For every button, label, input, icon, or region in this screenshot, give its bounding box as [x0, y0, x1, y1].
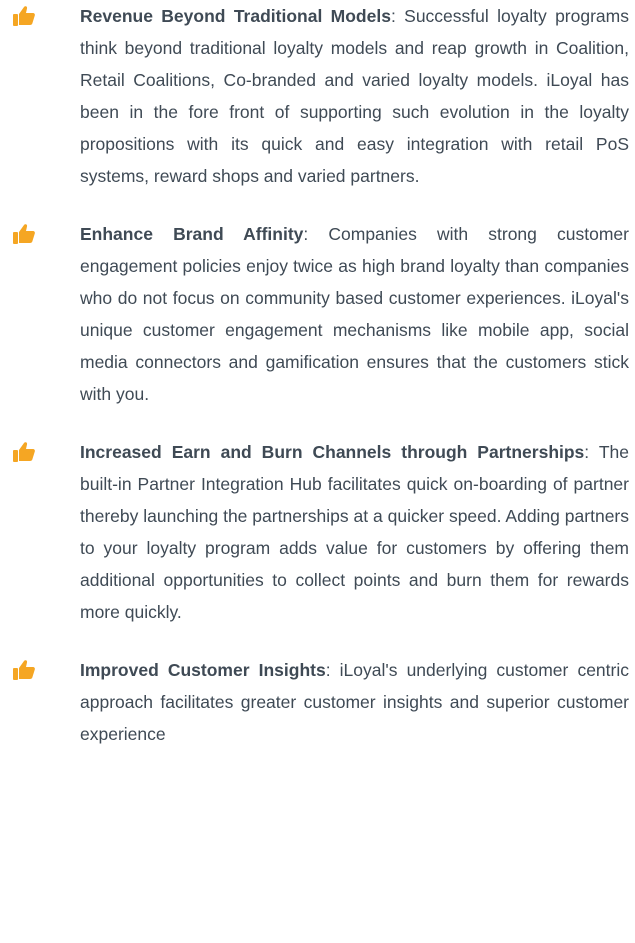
thumbs-up-icon: [12, 440, 36, 464]
thumbs-up-icon: [12, 222, 36, 246]
item-text: Increased Earn and Burn Channels through…: [80, 436, 629, 628]
thumbs-up-icon: [12, 4, 36, 28]
item-body: : Successful loyalty programs think beyo…: [80, 6, 629, 186]
item-body: : The built-in Partner Integration Hub f…: [80, 442, 629, 622]
list-item: Improved Customer Insights: iLoyal's und…: [0, 654, 635, 750]
thumbs-up-icon: [12, 658, 36, 682]
item-title: Increased Earn and Burn Channels through…: [80, 442, 585, 462]
benefits-list: Revenue Beyond Traditional Models: Succe…: [0, 0, 635, 776]
item-text: Improved Customer Insights: iLoyal's und…: [80, 654, 629, 750]
list-item: Revenue Beyond Traditional Models: Succe…: [0, 0, 635, 192]
item-title: Enhance Brand Affinity: [80, 224, 304, 244]
item-title: Improved Customer Insights: [80, 660, 326, 680]
list-item: Increased Earn and Burn Channels through…: [0, 436, 635, 628]
item-title: Revenue Beyond Traditional Models: [80, 6, 391, 26]
item-text: Enhance Brand Affinity: Companies with s…: [80, 218, 629, 410]
item-text: Revenue Beyond Traditional Models: Succe…: [80, 0, 629, 192]
item-body: : Companies with strong customer engagem…: [80, 224, 629, 404]
list-item: Enhance Brand Affinity: Companies with s…: [0, 218, 635, 410]
